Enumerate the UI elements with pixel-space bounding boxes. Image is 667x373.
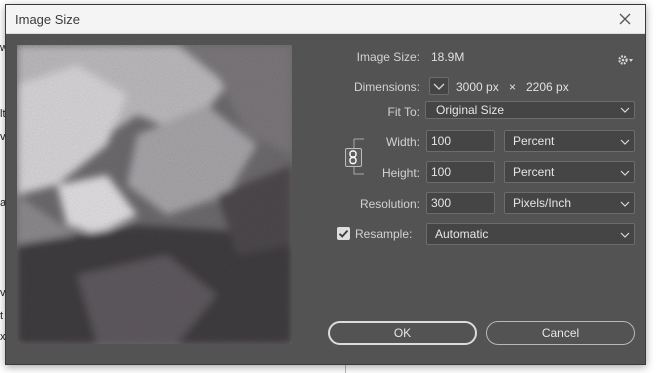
constrain-proportions-toggle[interactable]	[345, 148, 362, 167]
height-unit-value: Percent	[513, 165, 555, 179]
dialog-titlebar[interactable]: Image Size	[6, 5, 645, 34]
resolution-unit-dropdown[interactable]: Pixels/Inch	[504, 192, 635, 214]
chevron-down-icon	[620, 170, 630, 176]
height-unit-dropdown[interactable]: Percent	[504, 161, 635, 183]
fit-to-dropdown[interactable]: Original Size	[425, 101, 635, 119]
dialog-title: Image Size	[15, 12, 81, 27]
close-button[interactable]	[615, 9, 635, 29]
width-unit-dropdown[interactable]: Percent	[504, 130, 635, 152]
width-input[interactable]: 100	[426, 130, 495, 152]
dimensions-units-dropdown[interactable]	[429, 77, 449, 95]
chevron-down-icon	[620, 201, 630, 207]
chain-link-icon	[349, 150, 357, 165]
dimensions-width-value: 3000 px	[456, 80, 499, 94]
resolution-label: Resolution:	[359, 197, 420, 211]
gear-icon	[618, 55, 633, 65]
fit-to-value: Original Size	[436, 103, 505, 117]
resample-method-dropdown[interactable]: Automatic	[426, 223, 635, 245]
image-size-dialog: Image Size Image Size: 18.9M Dimensions:…	[5, 4, 646, 365]
chevron-down-icon	[620, 232, 630, 238]
chevron-down-icon	[620, 107, 630, 113]
dimensions-height-value: 2206 px	[526, 80, 569, 94]
image-preview[interactable]	[17, 45, 292, 344]
resolution-input[interactable]: 300	[426, 192, 495, 214]
resample-label: Resample:	[355, 227, 413, 241]
checkmark-icon	[338, 229, 349, 238]
height-label: Height:	[381, 166, 420, 180]
resample-method-value: Automatic	[435, 227, 489, 241]
chevron-down-icon	[433, 83, 445, 90]
image-size-value: 18.9M	[431, 50, 465, 64]
ok-button[interactable]: OK	[328, 321, 477, 345]
fit-to-label: Fit To:	[387, 105, 420, 119]
dimensions-times: ×	[509, 80, 517, 94]
preview-photo	[17, 45, 292, 344]
width-unit-value: Percent	[513, 134, 555, 148]
height-input[interactable]: 100	[426, 161, 495, 183]
settings-button[interactable]	[616, 53, 636, 67]
resolution-unit-value: Pixels/Inch	[513, 196, 572, 210]
cancel-button[interactable]: Cancel	[486, 321, 635, 345]
background-text-fragment: t	[0, 310, 4, 322]
chevron-down-icon	[620, 139, 630, 145]
close-icon	[619, 13, 631, 25]
dimensions-label: Dimensions:	[353, 80, 420, 94]
resample-checkbox[interactable]	[337, 227, 350, 240]
image-size-label: Image Size:	[356, 50, 420, 64]
